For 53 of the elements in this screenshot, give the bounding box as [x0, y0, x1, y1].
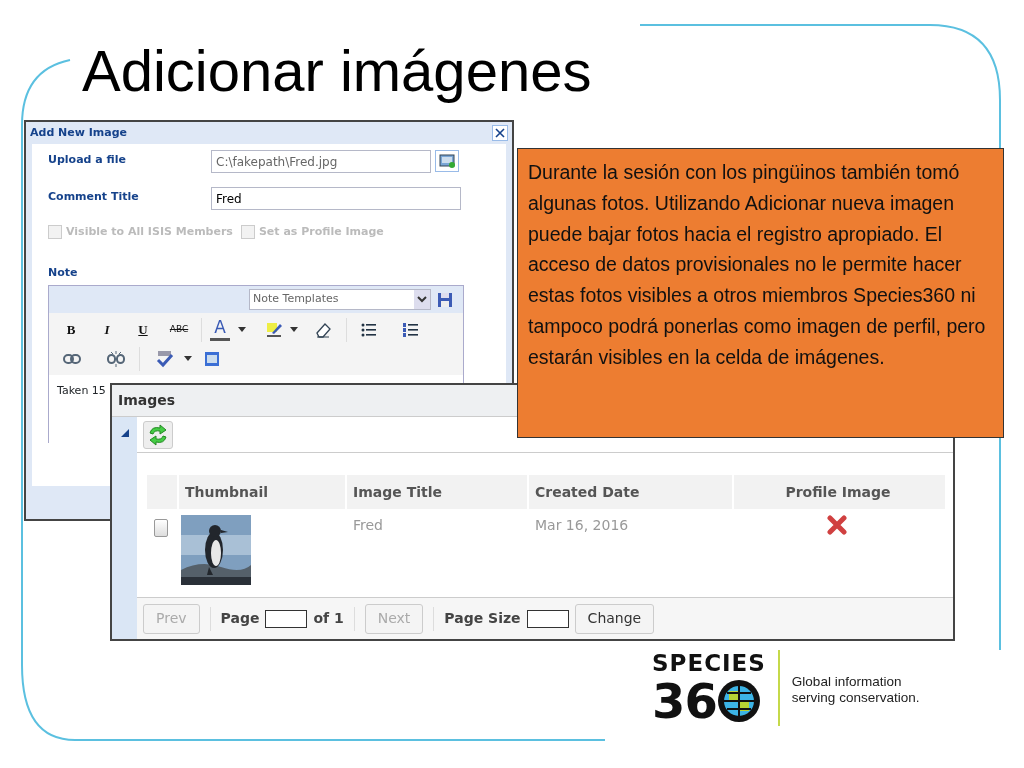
- spellcheck-icon[interactable]: [156, 349, 174, 368]
- pager-label: of 1: [313, 609, 344, 628]
- caret-icon[interactable]: [184, 356, 192, 361]
- input-field[interactable]: C:\fakepath\Fred.jpg: [211, 150, 431, 173]
- link-icon[interactable]: [63, 353, 81, 364]
- pager-label: Page Size: [444, 609, 521, 628]
- table-cell-text: Fred: [352, 516, 384, 535]
- font-color-button[interactable]: A: [210, 318, 230, 341]
- callout-text: Durante la sesión con los pingüinos también tomó algunas fotos. Utilizando Adicionar nueva imagen puede bajar fotos hacia el registro apropiado. El acceso de datos provisionales no le permite hacer estas fotos visibles a otros miembros Species360 ni tampoco podrá ponerlas como imagen de perfil, pero estarán visibles en la celda de imágenes.: [517, 148, 1004, 438]
- logo-number: 36: [652, 676, 717, 726]
- save-icon[interactable]: [437, 291, 453, 308]
- close-button[interactable]: [492, 125, 508, 141]
- close-icon: [495, 128, 505, 138]
- format-button[interactable]: B: [53, 317, 89, 342]
- field-label: Comment Title: [48, 189, 140, 205]
- pager-label: Page: [220, 609, 260, 628]
- row-checkbox[interactable]: [154, 519, 168, 537]
- template-dropdown[interactable]: Note Templates: [249, 289, 431, 310]
- tagline-text: Global information: [791, 674, 903, 690]
- globe-icon: [716, 679, 761, 723]
- caret-icon[interactable]: [290, 327, 298, 332]
- numbered-list-icon[interactable]: [403, 321, 419, 338]
- column-header: Profile Image: [732, 475, 942, 509]
- collapse-icon[interactable]: [120, 429, 129, 437]
- caret-icon: [414, 290, 430, 309]
- format-button[interactable]: ABC: [161, 317, 197, 342]
- template-icon[interactable]: [204, 350, 220, 367]
- refresh-icon: [147, 424, 169, 446]
- unlink-icon[interactable]: [107, 350, 125, 367]
- refresh-button[interactable]: [143, 421, 173, 449]
- logo-wordmark: SPECIES: [652, 650, 766, 676]
- bullet-list-icon[interactable]: [361, 321, 377, 338]
- format-button[interactable]: I: [89, 317, 125, 342]
- slide-title: Adicionar imágenes: [82, 37, 592, 105]
- column-header: Image Title: [345, 475, 527, 509]
- checkbox-label: Set as Profile Image: [258, 224, 384, 240]
- page-size-field[interactable]: [526, 609, 569, 628]
- change-button[interactable]: Change: [574, 603, 655, 634]
- browse-button[interactable]: [435, 150, 459, 172]
- note-label: Note: [48, 264, 79, 281]
- field-label: Upload a file: [48, 152, 127, 168]
- table-cell-text: Mar 16, 2016: [534, 516, 630, 535]
- format-button[interactable]: U: [125, 317, 161, 342]
- page-field[interactable]: [265, 609, 308, 628]
- image-file-icon: [439, 154, 455, 168]
- tagline-text: serving conservation.: [791, 690, 920, 706]
- dialog-title: Add New Image: [30, 124, 128, 141]
- dropdown-placeholder: Note Templates: [253, 291, 339, 308]
- input-field[interactable]: Fred: [211, 187, 461, 210]
- checkbox-label: Visible to All ISIS Members: [66, 224, 233, 240]
- caret-icon[interactable]: [238, 327, 246, 332]
- column-header: Created Date: [527, 475, 732, 509]
- column-header: Thumbnail: [177, 475, 345, 509]
